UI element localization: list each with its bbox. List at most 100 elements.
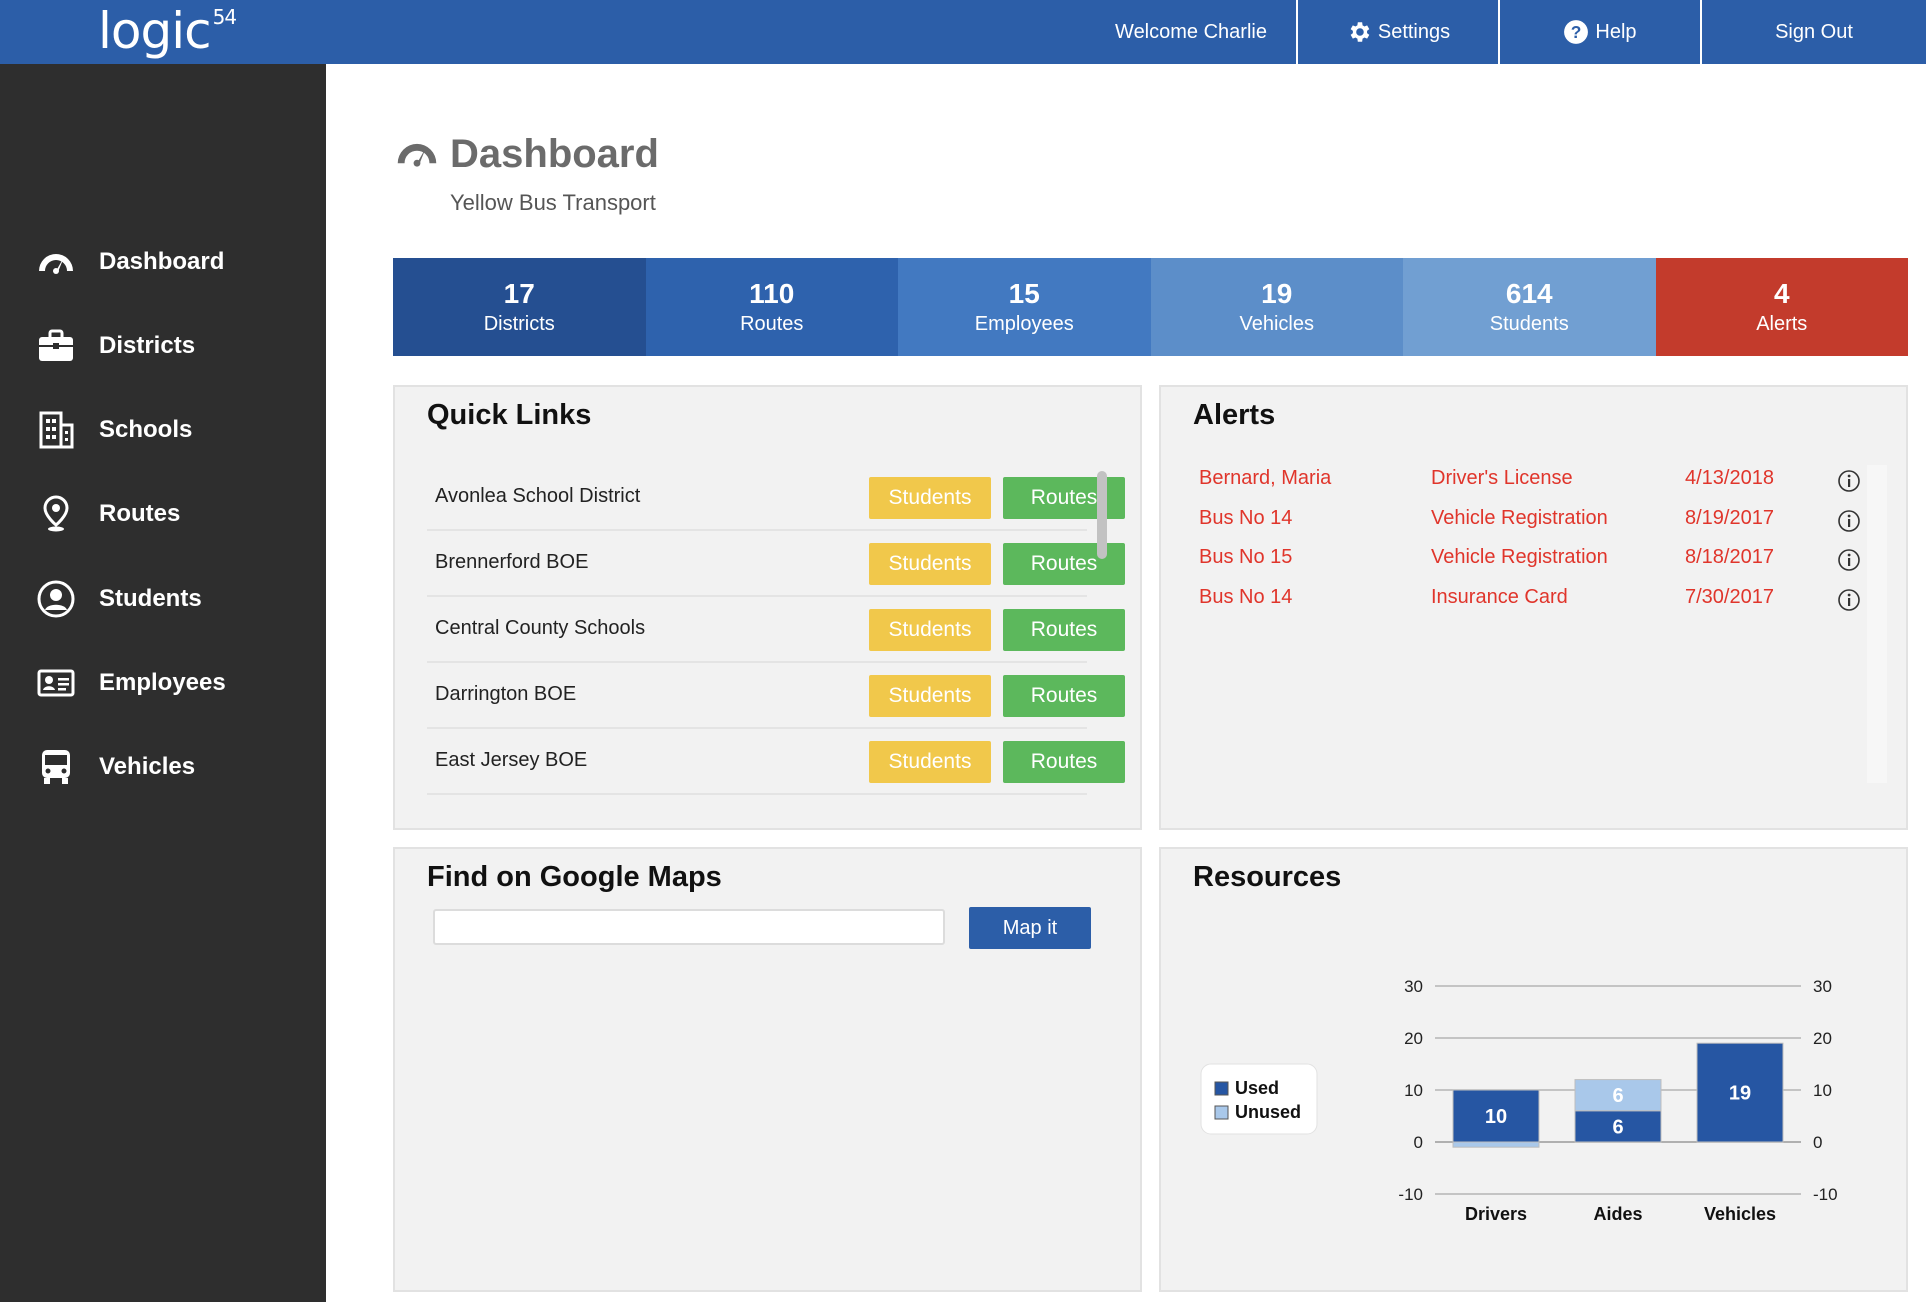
y-tick-label: 20 xyxy=(1404,1029,1423,1048)
chart-legend xyxy=(1200,1063,1318,1135)
stat-label: Routes xyxy=(740,313,804,335)
stat-label: Employees xyxy=(974,313,1074,335)
id-card-icon xyxy=(36,663,76,703)
alert-date: 4/13/2018 xyxy=(1685,467,1774,489)
maps-panel: Find on Google Maps Map it xyxy=(393,847,1142,1292)
students-button[interactable]: Students xyxy=(869,609,991,651)
students-button[interactable]: Students xyxy=(869,741,991,783)
x-tick-label: Vehicles xyxy=(1704,1204,1776,1224)
gear-icon xyxy=(1346,19,1372,45)
students-button[interactable]: Students xyxy=(869,477,991,519)
help-label: Help xyxy=(1595,20,1637,43)
stat-tile-vehicles[interactable]: 19 Vehicles xyxy=(1150,258,1403,356)
legend-swatch xyxy=(1214,1081,1229,1096)
alert-subject: Bus No 14 xyxy=(1199,585,1293,608)
data-label: 6 xyxy=(1612,1116,1623,1138)
sidebar-item-label: Students xyxy=(99,585,202,612)
quick-links-panel: Quick Links Avonlea School District Stude… xyxy=(393,385,1142,830)
stat-label: Districts xyxy=(483,313,555,335)
help-circle-icon: ? xyxy=(1563,19,1589,45)
routes-button[interactable]: Routes xyxy=(1003,741,1125,783)
help-button[interactable]: ? Help xyxy=(1498,0,1700,64)
sidebar-item-label: Routes xyxy=(99,500,181,527)
alert-date: 8/19/2017 xyxy=(1685,506,1774,529)
quick-links-list: Avonlea School District Students Routes Bre… xyxy=(427,465,1125,795)
logo-text: logic xyxy=(98,2,212,60)
info-icon[interactable] xyxy=(1837,588,1861,618)
quick-link-name: Brennerford BOE xyxy=(435,551,589,573)
x-tick-label: Drivers xyxy=(1465,1204,1527,1224)
alert-subject: Bus No 14 xyxy=(1199,506,1293,529)
y-tick-label: 0 xyxy=(1414,1133,1423,1152)
sidebar-item-routes[interactable]: Routes xyxy=(0,486,326,542)
logo-sup: 54 xyxy=(212,5,237,30)
y2-tick-label: -10 xyxy=(1813,1185,1838,1204)
alerts-scrollbar[interactable] xyxy=(1867,465,1887,783)
bar-unused xyxy=(1452,1141,1540,1148)
students-button[interactable]: Students xyxy=(869,675,991,717)
data-label: 19 xyxy=(1729,1083,1751,1105)
dashboard-gauge-icon xyxy=(36,242,76,282)
quick-link-row: Central County Schools Students Routes xyxy=(427,597,1125,663)
quick-link-row: Brennerford BOE Students Routes xyxy=(427,531,1125,597)
sidebar-item-schools[interactable]: Schools xyxy=(0,402,326,458)
sidebar-item-label: Vehicles xyxy=(99,753,196,780)
sidebar-item-dashboard[interactable]: Dashboard xyxy=(0,234,326,290)
map-search-input[interactable] xyxy=(433,909,945,945)
stat-tile-students[interactable]: 614 Students xyxy=(1403,258,1656,356)
quick-link-name: Central County Schools xyxy=(435,617,646,639)
alert-row: Bus No 14 Vehicle Registration 8/19/2017 xyxy=(1199,507,1879,547)
quick-link-name: Darrington BOE xyxy=(435,683,577,705)
stats-strip: 17 Districts 110 Routes 15 Employees 19 Vehicle… xyxy=(393,258,1908,356)
settings-button[interactable]: Settings xyxy=(1296,0,1498,64)
sign-out-label: Sign Out xyxy=(1775,20,1853,43)
y2-tick-label: 0 xyxy=(1813,1133,1822,1152)
alerts-panel: Alerts Bernard, Maria Driver's License 4/1… xyxy=(1159,385,1908,830)
briefcase-icon xyxy=(36,326,76,366)
quick-links-scrollbar[interactable] xyxy=(1097,471,1107,559)
quick-links-title: Quick Links xyxy=(427,399,592,431)
alert-type: Driver's License xyxy=(1431,467,1573,489)
alert-row: Bus No 14 Insurance Card 7/30/2017 xyxy=(1199,586,1879,626)
alert-subject: Bus No 15 xyxy=(1199,546,1293,568)
sidebar-item-label: Employees xyxy=(99,669,226,696)
resources-chart: -10 -10 0 0 10 10 20 20 30 30 Drivers Aides Vehicles… xyxy=(1200,977,1838,1224)
top-nav: Welcome Charlie Settings ? Help Sign Out xyxy=(1086,0,1926,64)
stat-tile-routes[interactable]: 110 Routes xyxy=(645,258,898,356)
map-it-button[interactable]: Map it xyxy=(969,907,1091,949)
students-button[interactable]: Students xyxy=(869,543,991,585)
maps-title: Find on Google Maps xyxy=(427,861,722,893)
sidebar-item-students[interactable]: Students xyxy=(0,571,326,627)
sidebar-item-label: Districts xyxy=(99,332,196,359)
sidebar-item-vehicles[interactable]: Vehicles xyxy=(0,739,326,795)
alert-row: Bernard, Maria Driver's License 4/13/2018 xyxy=(1199,467,1879,507)
stat-tile-employees[interactable]: 15 Employees xyxy=(898,258,1151,356)
sign-out-button[interactable]: Sign Out xyxy=(1700,0,1926,64)
stat-tile-alerts[interactable]: 4 Alerts xyxy=(1655,258,1908,356)
info-icon[interactable] xyxy=(1837,469,1861,499)
sidebar-item-label: Schools xyxy=(99,416,193,443)
alert-date: 8/18/2017 xyxy=(1685,546,1774,568)
stat-tile-districts[interactable]: 17 Districts xyxy=(393,258,646,356)
settings-label: Settings xyxy=(1377,20,1451,43)
y-tick-label: -10 xyxy=(1398,1185,1423,1204)
alert-type: Vehicle Registration xyxy=(1431,546,1608,568)
routes-button[interactable]: Routes xyxy=(1003,609,1125,651)
stat-label: Students xyxy=(1489,313,1569,335)
alert-subject: Bernard, Maria xyxy=(1199,467,1332,489)
legend-swatch xyxy=(1214,1105,1229,1120)
sidebar-item-districts[interactable]: Districts xyxy=(0,318,326,374)
info-icon[interactable] xyxy=(1837,548,1861,578)
stat-value: 4 xyxy=(1773,278,1790,309)
page-subtitle: Yellow Bus Transport xyxy=(450,190,656,215)
logo[interactable]: logic 54 xyxy=(98,2,237,60)
info-icon[interactable] xyxy=(1837,509,1861,539)
stat-label: Alerts xyxy=(1756,313,1808,335)
svg-text:?: ? xyxy=(1571,22,1582,42)
sidebar-item-employees[interactable]: Employees xyxy=(0,655,326,711)
stat-value: 19 xyxy=(1261,278,1293,309)
legend-label: Unused xyxy=(1235,1102,1301,1122)
y-tick-label: 10 xyxy=(1404,1081,1423,1100)
routes-button[interactable]: Routes xyxy=(1003,675,1125,717)
alerts-list: Bernard, Maria Driver's License 4/13/2018 B… xyxy=(1199,467,1879,625)
